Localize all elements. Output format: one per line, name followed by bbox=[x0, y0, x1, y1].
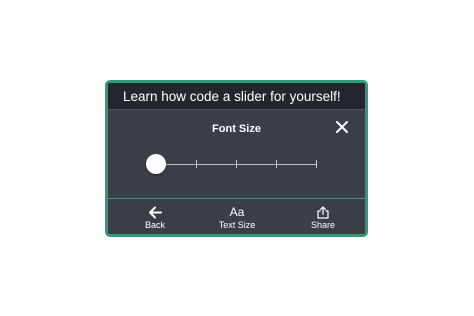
text-size-button[interactable]: Aa Text Size bbox=[205, 199, 269, 234]
panel-title: Font Size bbox=[212, 123, 261, 135]
text-size-label: Text Size bbox=[218, 220, 256, 230]
font-size-dialog: Learn how code a slider for yourself! Fo… bbox=[105, 80, 368, 237]
arrow-left-icon bbox=[123, 206, 187, 219]
close-button[interactable] bbox=[334, 119, 350, 135]
share-label: Share bbox=[310, 220, 336, 230]
slider-tick bbox=[196, 160, 197, 168]
slider-thumb[interactable] bbox=[146, 154, 166, 174]
slider-tick bbox=[236, 160, 237, 168]
back-label: Back bbox=[144, 220, 165, 230]
slider-tick bbox=[276, 160, 277, 168]
share-button[interactable]: Share bbox=[291, 199, 355, 234]
close-icon bbox=[336, 121, 348, 133]
bottom-toolbar: Back Aa Text Size Share bbox=[108, 198, 365, 234]
back-button[interactable]: Back bbox=[123, 199, 187, 234]
text-size-icon: Aa bbox=[229, 205, 245, 219]
header-title: Learn how code a slider for yourself! bbox=[123, 89, 341, 104]
slider-tick bbox=[316, 160, 317, 168]
header-bar: Learn how code a slider for yourself! bbox=[108, 83, 365, 110]
font-size-slider[interactable] bbox=[146, 149, 326, 179]
share-icon bbox=[291, 206, 355, 219]
